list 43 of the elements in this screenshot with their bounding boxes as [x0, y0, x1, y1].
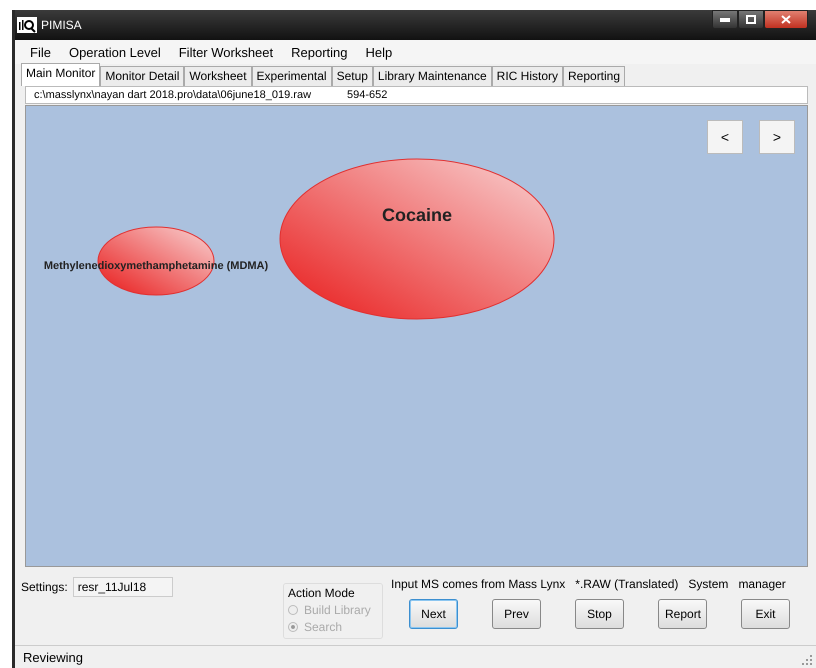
status-text: Reviewing [23, 650, 83, 664]
radio-label: Search [304, 620, 342, 634]
tab[interactable]: Monitor Detail [100, 66, 184, 86]
window-title: PIMISA [41, 18, 82, 32]
action-button[interactable]: Exit [741, 599, 790, 629]
tab[interactable]: Setup [332, 66, 373, 86]
file-path: c:\masslynx\nayan dart 2018.pro\data\06june18_019.raw [34, 89, 312, 101]
bubble-label: Cocaine [382, 205, 452, 225]
tab[interactable]: Reporting [563, 66, 626, 86]
action-button[interactable]: Prev [492, 599, 541, 629]
resize-grip-icon [802, 655, 812, 665]
maximize-icon [746, 15, 756, 24]
tab[interactable]: Library Maintenance [372, 66, 492, 86]
tab[interactable]: RIC History [492, 66, 563, 86]
info-text: manager [738, 577, 786, 593]
menu-item[interactable]: Help [356, 44, 402, 60]
menu-item[interactable]: Filter Worksheet [170, 44, 282, 60]
maximize-button[interactable] [738, 10, 764, 29]
tab[interactable]: Experimental [252, 66, 332, 86]
app-icon [17, 17, 37, 33]
action-button[interactable]: Next [409, 599, 458, 629]
menu-item[interactable]: Operation Level [60, 44, 170, 60]
action-button[interactable]: Stop [575, 599, 624, 629]
close-button[interactable] [764, 10, 808, 29]
tab[interactable]: Main Monitor [21, 63, 100, 86]
info-text: System [688, 577, 728, 593]
settings-field[interactable]: resr_11Jul18 [72, 577, 173, 597]
tab[interactable]: Worksheet [184, 66, 252, 86]
info-text: *.RAW (Translated) [575, 577, 678, 593]
action-button[interactable]: Report [658, 599, 707, 629]
group-title: Action Mode [288, 586, 355, 600]
nav-button[interactable]: < [707, 120, 743, 154]
scan-range: 594-652 [347, 89, 388, 101]
menu-item[interactable]: Reporting [282, 44, 357, 60]
settings-label: Settings: [21, 580, 68, 594]
info-text: Input MS comes from Mass Lynx [391, 577, 566, 593]
radio-label: Build Library [304, 603, 371, 617]
menu-item[interactable]: File [21, 44, 60, 60]
minimize-button[interactable] [712, 10, 738, 29]
bubble-label: Methylenedioxymethamphetamine (MDMA) [44, 260, 268, 272]
nav-button[interactable]: > [759, 120, 795, 154]
minimize-icon [720, 18, 730, 22]
close-icon [781, 15, 791, 24]
